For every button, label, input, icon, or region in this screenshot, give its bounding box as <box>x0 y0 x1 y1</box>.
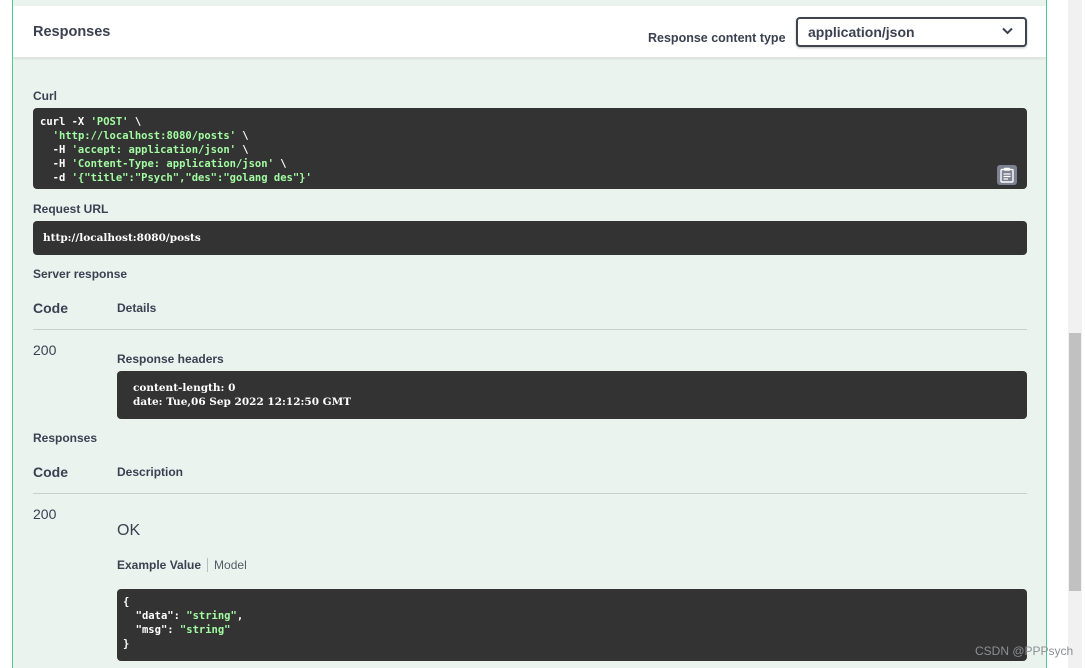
server-status-code: 200 <box>33 342 57 358</box>
tab-example-value[interactable]: Example Value <box>117 558 209 572</box>
request-url-block: http://localhost:8080/posts <box>33 221 1027 255</box>
server-code-header: Code <box>33 300 68 316</box>
curl-line: -H 'Content-Type: application/json' \ <box>40 158 287 170</box>
example-value-block: { "data": "string", "msg": "string" } <box>117 589 1027 661</box>
tab-model[interactable]: Model <box>208 558 247 572</box>
curl-line: -H 'accept: application/json' \ <box>40 144 249 156</box>
responses-status-code: 200 <box>33 506 57 522</box>
scrollbar-thumb[interactable] <box>1069 333 1081 591</box>
request-url-label: Request URL <box>33 202 109 216</box>
response-headers-label: Response headers <box>117 352 224 366</box>
responses-header: Responses Response content type applicat… <box>13 6 1046 58</box>
server-response-label: Server response <box>33 267 128 281</box>
content-type-select[interactable]: application/json <box>796 17 1027 47</box>
json-line: "msg": "string" <box>135 624 231 636</box>
json-line: "data": "string", <box>135 610 244 622</box>
content-type-label: Response content type <box>648 31 786 45</box>
divider <box>33 329 1027 330</box>
response-description: OK <box>117 522 141 539</box>
json-line: } <box>123 638 130 650</box>
json-line: { <box>123 596 130 608</box>
curl-line: -d '{"title":"Psych","des":"golang des"}… <box>40 172 312 184</box>
responses-code-header: Code <box>33 464 68 480</box>
responses-panel: Responses Response content type applicat… <box>12 0 1047 668</box>
content-type-value: application/json <box>808 24 915 40</box>
response-headers-block: content-length: 0 date: Tue,06 Sep 2022 … <box>117 371 1027 419</box>
watermark: CSDN @PPPsych <box>975 644 1074 658</box>
server-details-header: Details <box>117 301 157 315</box>
header-line-date: date: Tue,06 Sep 2022 12:12:50 GMT <box>133 396 352 408</box>
clipboard-icon <box>1000 167 1014 183</box>
divider <box>33 493 1027 494</box>
copy-to-clipboard-button[interactable] <box>997 165 1017 185</box>
curl-code-block: curl -X 'POST' \ 'http://localhost:8080/… <box>33 108 1027 189</box>
example-model-tabs: Example Value Model <box>117 558 247 572</box>
responses-title: Responses <box>33 24 111 40</box>
responses-description-header: Description <box>117 465 184 479</box>
responses-label: Responses <box>33 431 98 445</box>
curl-label: Curl <box>33 89 57 103</box>
curl-line: curl -X 'POST' \ <box>40 116 142 128</box>
curl-line: 'http://localhost:8080/posts' \ <box>52 130 249 142</box>
chevron-down-icon <box>1002 27 1013 36</box>
header-line-content-length: content-length: 0 <box>133 382 236 394</box>
request-url-value: http://localhost:8080/posts <box>43 232 201 244</box>
